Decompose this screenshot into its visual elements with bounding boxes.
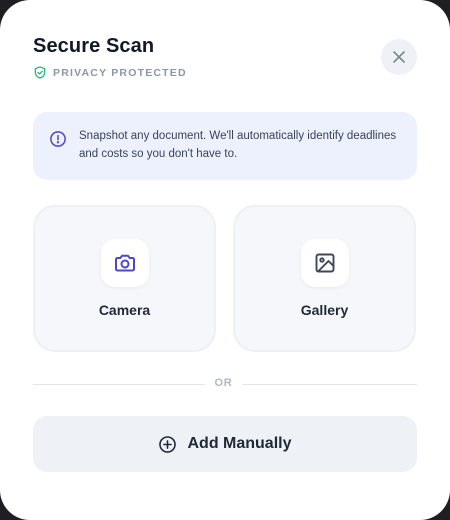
info-banner: Snapshot any document. We'll automatical… — [33, 112, 417, 180]
info-text: Snapshot any document. We'll automatical… — [79, 130, 397, 160]
privacy-badge: PRIVACY PROTECTED — [33, 65, 187, 80]
camera-option[interactable]: Camera — [33, 205, 216, 352]
close-icon — [393, 51, 405, 63]
add-manually-label: Add Manually — [187, 435, 292, 452]
or-label: OR — [214, 377, 233, 389]
camera-icon — [115, 254, 135, 272]
add-manually-button[interactable]: Add Manually — [33, 416, 417, 472]
info-circle-icon — [50, 131, 66, 147]
gallery-option[interactable]: Gallery — [233, 205, 416, 352]
or-divider: OR — [33, 376, 417, 392]
plus-circle-icon — [159, 435, 177, 453]
privacy-label: PRIVACY PROTECTED — [53, 66, 187, 79]
image-icon — [315, 253, 335, 273]
shield-check-icon — [34, 66, 46, 79]
gallery-label: Gallery — [300, 302, 349, 318]
camera-icon-tile — [101, 239, 149, 287]
camera-label: Camera — [98, 302, 151, 318]
gallery-icon-tile — [301, 239, 349, 287]
secure-scan-modal: Secure Scan PRIVACY PROTECTED Snapshot a… — [0, 0, 450, 520]
close-button[interactable] — [381, 39, 417, 75]
modal-title: Secure Scan — [33, 35, 155, 57]
divider-line-right — [242, 384, 417, 385]
divider-line-left — [33, 384, 205, 385]
